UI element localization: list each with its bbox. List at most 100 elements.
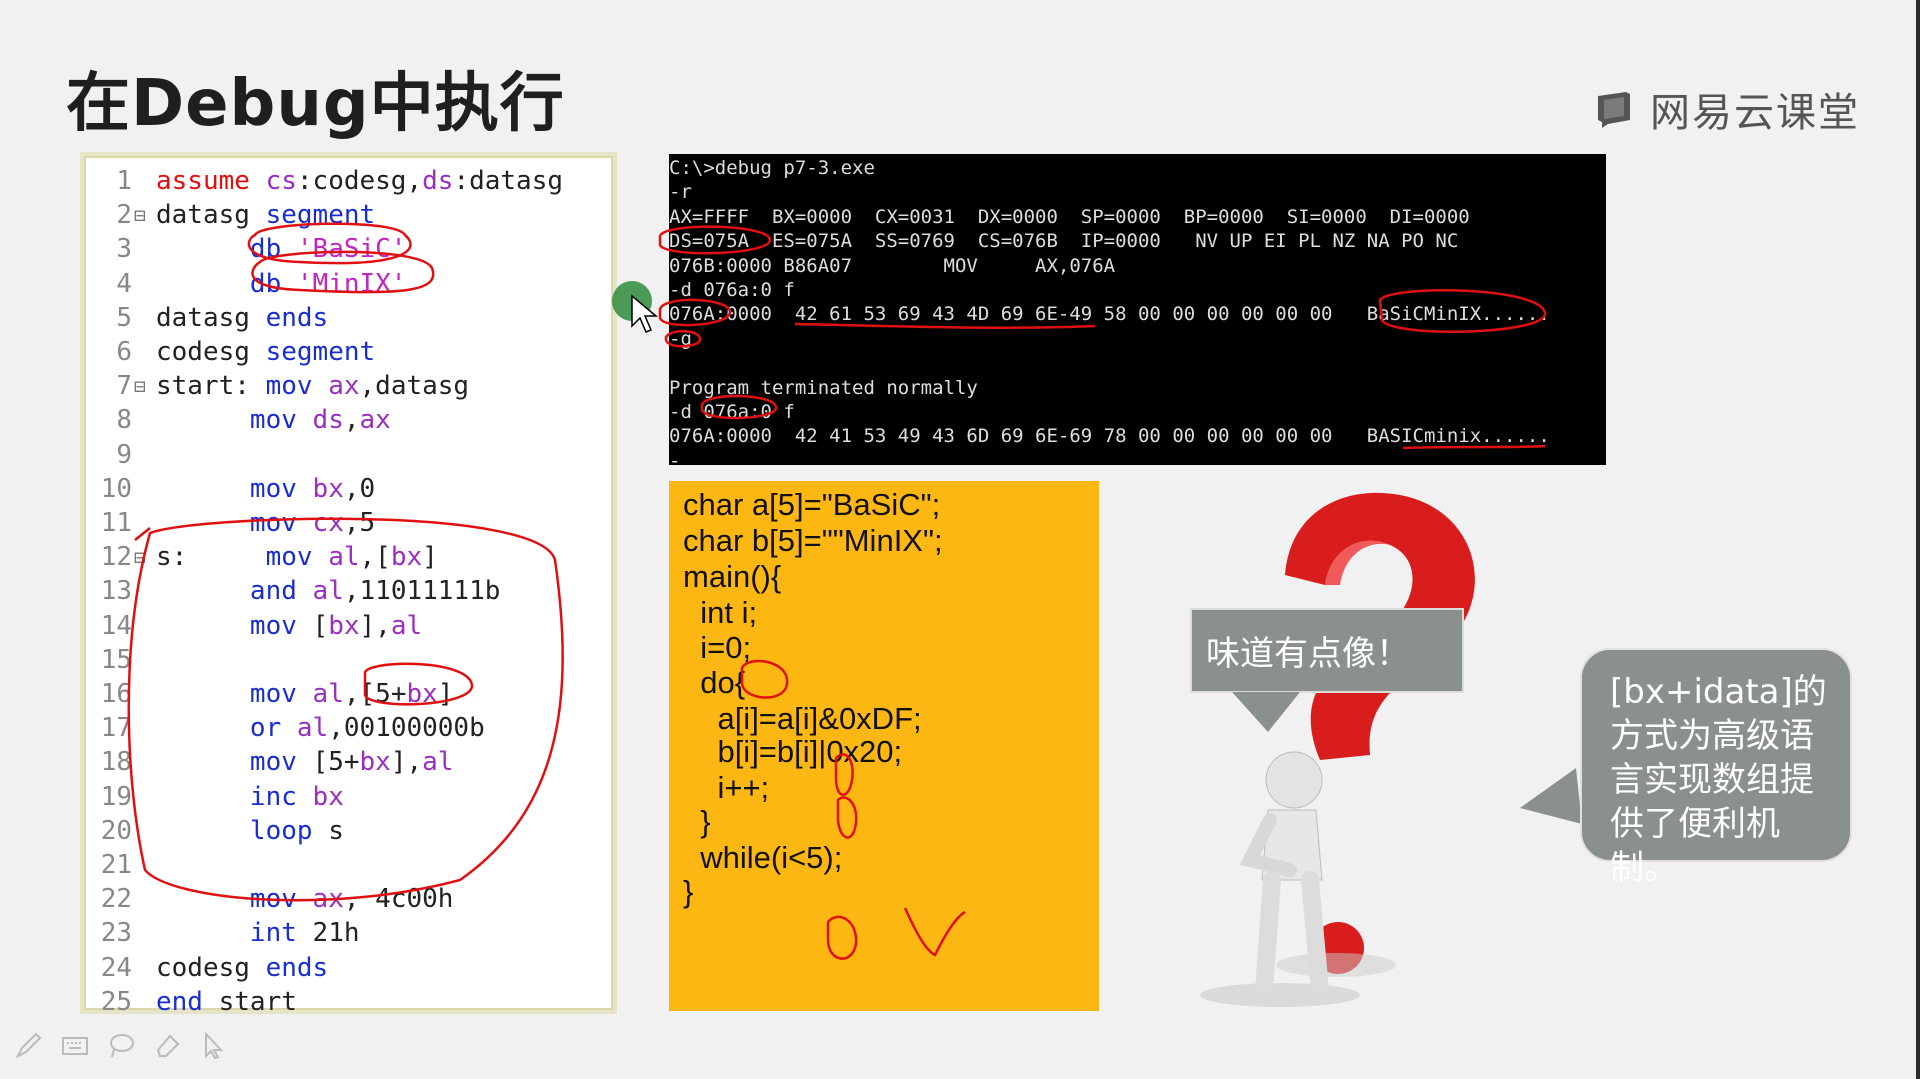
code-line: 1 assume cs:codesg,ds:datasg: [84, 164, 613, 198]
code-line: 10 mov bx,0: [84, 472, 613, 506]
c-code-line: a[i]=a[i]&0xDF;: [683, 701, 922, 736]
code-line: 2 ⊟ datasg segment: [84, 198, 613, 232]
code-token: al: [328, 542, 360, 573]
assembly-code-editor: 1 assume cs:codesg,ds:datasg 2 ⊟ datasg segm…: [80, 152, 617, 1017]
c-code-box: char a[5]="BaSiC"; char b[5]=""MinIX"; mai…: [669, 481, 1099, 1011]
code-token: ends: [265, 952, 329, 983]
code-token: bx: [312, 781, 344, 812]
line-number: 1: [116, 166, 132, 196]
code-token: [: [312, 610, 329, 641]
line-number: 10: [100, 473, 132, 504]
line-number: 11: [100, 508, 132, 538]
code-token: s:: [156, 542, 266, 573]
code-line: 12 ⊟ s: mov al,[bx]: [84, 540, 613, 574]
code-text: and al,11011111b: [156, 574, 500, 608]
c-code-line: i=0;: [683, 630, 752, 665]
line-number: 23: [100, 918, 132, 949]
code-line: 4 db 'MinIX': [84, 267, 613, 301]
terminal-line: 076B:0000 B86A07 MOV AX,076A: [669, 254, 1116, 277]
lasso-icon[interactable]: [106, 1030, 136, 1060]
line-number: 21: [100, 850, 132, 880]
terminal-line: Program terminated normally: [669, 376, 978, 399]
terminal-line: C:\>debug p7-3.exe: [669, 157, 875, 179]
code-line: 3 db 'BaSiC': [84, 232, 613, 266]
code-token: ],: [390, 747, 423, 778]
code-token: ,5: [343, 508, 376, 538]
code-text: datasg segment: [156, 198, 375, 232]
code-token: ds: [312, 405, 344, 436]
code-text: loop s: [156, 814, 344, 848]
code-token: db: [249, 234, 297, 265]
line-number: 19: [100, 781, 132, 812]
code-token: end: [156, 986, 219, 1017]
code-text: db 'BaSiC': [156, 232, 407, 266]
keyboard-icon[interactable]: [60, 1030, 90, 1060]
speech-bubble-right: [bx+idata]的 方式为高级语 言实现数组提 供了便利机制。: [1580, 648, 1852, 888]
line-number: 8: [116, 405, 132, 436]
code-token: bx: [359, 747, 391, 778]
code-line: 9: [84, 438, 613, 472]
code-token: start:: [156, 371, 266, 402]
code-token: mov: [249, 405, 313, 436]
code-token: bx: [406, 679, 438, 709]
speech-bubble-left: 味道有点像！: [1190, 608, 1464, 693]
code-line: 5 datasg ends: [84, 301, 613, 335]
pointer-icon[interactable]: [198, 1030, 228, 1060]
code-token: ,[: [359, 542, 391, 573]
fold-toggle-icon[interactable]: ⊟: [134, 540, 146, 574]
speech-bubble-right-line: 方式为高级语: [1610, 716, 1814, 756]
code-token: segment: [265, 337, 376, 367]
code-token: al: [422, 747, 454, 778]
code-token: mov: [249, 473, 313, 504]
code-token: ,0: [343, 473, 376, 504]
code-token: datasg: [156, 200, 266, 231]
code-token: cs: [265, 166, 297, 196]
fold-toggle-icon[interactable]: ⊟: [134, 369, 146, 403]
speech-bubble-right-line: [bx+idata]的: [1610, 672, 1827, 712]
c-code-line: char b[5]=""MinIX";: [683, 523, 943, 558]
terminal-line: 076A:0000 42 41 53 49 43 6D 69 6E-69 78 …: [669, 425, 1550, 448]
code-text: s: mov al,[bx]: [156, 540, 438, 574]
code-token: mov: [265, 371, 329, 402]
terminal-line: -: [669, 449, 681, 472]
line-number: 25: [100, 986, 132, 1017]
code-token: start: [218, 986, 297, 1017]
code-token: segment: [265, 200, 376, 231]
code-token: ],: [359, 610, 391, 641]
code-line: 11 mov cx,5: [84, 506, 613, 540]
annotation-toolbar: [14, 1030, 228, 1060]
code-token: assume: [156, 166, 266, 196]
code-token: bx: [328, 610, 360, 641]
code-token: s: [328, 815, 344, 846]
debug-terminal: C:\>debug p7-3.exe -r AX=FFFF BX=0000 CX=0…: [669, 154, 1606, 472]
code-token: ,00100000b: [328, 713, 485, 744]
code-token: codesg: [156, 337, 266, 367]
line-number: 13: [100, 576, 132, 607]
code-token: bx: [312, 473, 344, 504]
code-text: int 21h: [156, 916, 360, 950]
code-token: ax: [312, 884, 344, 915]
line-number: 3: [116, 234, 132, 265]
eraser-icon[interactable]: [152, 1030, 182, 1060]
code-token: inc: [249, 781, 313, 812]
pen-icon[interactable]: [14, 1030, 44, 1060]
code-token: mov: [249, 747, 313, 778]
code-line: 8 mov ds,ax: [84, 403, 613, 437]
fold-toggle-icon[interactable]: ⊟: [134, 198, 146, 232]
code-token: 'MinIX': [296, 268, 407, 299]
code-text: end start: [156, 985, 297, 1019]
line-number: 7: [116, 371, 132, 402]
code-token: :datasg: [453, 166, 564, 196]
code-token: and: [249, 576, 313, 607]
code-line: 20 loop s: [84, 814, 613, 848]
code-text: codesg ends: [156, 951, 328, 985]
slide-title: 在Debug中执行: [66, 67, 565, 141]
code-text: mov [bx],al: [156, 609, 422, 643]
